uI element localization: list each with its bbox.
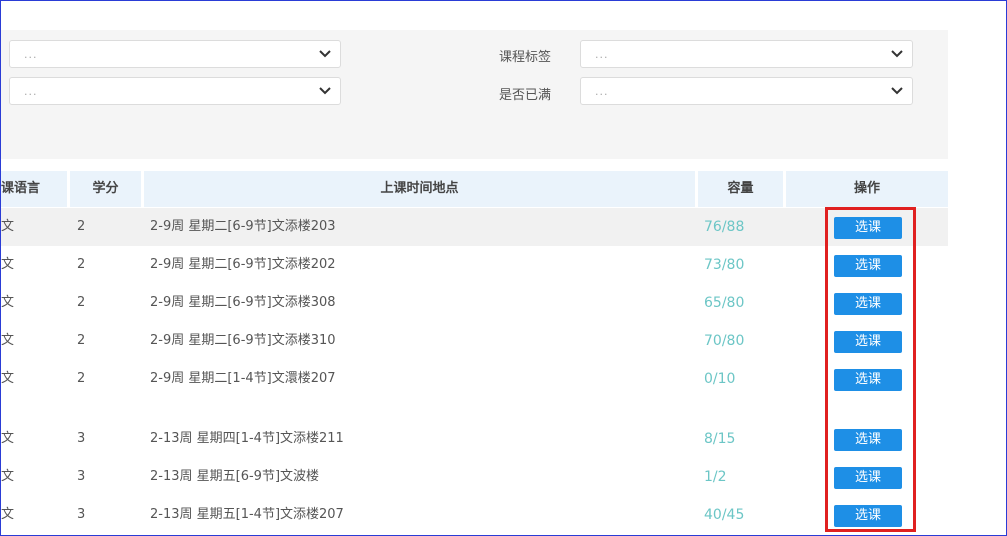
cell-time-location: 2-13周 星期五[1-4节]文添楼207 — [150, 507, 344, 522]
table-row: 文 3 2-13周 星期五[6-9节]文波楼 1/2 选课 — [1, 458, 948, 496]
cell-time-location: 2-9周 星期二[6-9节]文添楼203 — [150, 219, 336, 234]
table-row: 文 2 2-9周 星期二[6-9节]文添楼203 76/88 选课 — [1, 208, 948, 246]
select-course-button[interactable]: 选课 — [834, 429, 902, 451]
cell-time-location: 2-9周 星期二[6-9节]文添楼202 — [150, 257, 336, 272]
select-course-button[interactable]: 选课 — [834, 331, 902, 353]
chevron-down-icon — [891, 87, 903, 95]
course-tag-label: 课程标签 — [499, 50, 552, 65]
select-course-button[interactable]: 选课 — [834, 293, 902, 315]
header-time-location: 上课时间地点 — [144, 171, 695, 207]
filter-select-1[interactable]: ... — [9, 40, 341, 68]
chevron-down-icon — [891, 50, 903, 58]
chevron-down-icon — [319, 50, 331, 58]
cell-capacity: 8/15 — [704, 431, 736, 447]
table-row: 文 2 2-9周 星期二[6-9节]文添楼202 73/80 选课 — [1, 246, 948, 284]
course-tag-select[interactable]: ... — [580, 40, 913, 68]
cell-language: 文 — [1, 507, 15, 522]
table-row: 文 2 2-9周 星期二[6-9节]文添楼308 65/80 选课 — [1, 284, 948, 322]
header-action: 操作 — [786, 171, 948, 207]
cell-credits: 2 — [77, 219, 86, 234]
table-row: 文 2 2-9周 星期二[6-9节]文添楼310 70/80 选课 — [1, 322, 948, 360]
table-row: 文 3 2-13周 星期四[1-4节]文添楼211 8/15 选课 — [1, 420, 948, 458]
select-placeholder: ... — [595, 48, 609, 61]
cell-language: 文 — [1, 431, 15, 446]
cell-language: 文 — [1, 469, 15, 484]
header-language: 课语言 — [1, 171, 67, 207]
select-placeholder: ... — [24, 85, 38, 98]
select-placeholder: ... — [595, 85, 609, 98]
cell-language: 文 — [1, 295, 15, 310]
cell-time-location: 2-13周 星期五[6-9节]文波楼 — [150, 469, 320, 484]
select-placeholder: ... — [24, 48, 38, 61]
select-course-button[interactable]: 选课 — [834, 505, 902, 527]
select-course-button[interactable]: 选课 — [834, 467, 902, 489]
table-row: 文 2 2-9周 星期二[1-4节]文澴楼207 0/10 选课 — [1, 360, 948, 398]
filter-panel: ... ... 课程标签 是否已满 ... ... — [1, 30, 948, 159]
header-credits: 学分 — [70, 171, 141, 207]
cell-capacity: 0/10 — [704, 371, 736, 387]
cell-time-location: 2-9周 星期二[6-9节]文添楼308 — [150, 295, 336, 310]
cell-time-location: 2-13周 星期四[1-4节]文添楼211 — [150, 431, 344, 446]
cell-credits: 3 — [77, 507, 86, 522]
cell-language: 文 — [1, 333, 15, 348]
page-frame: ... ... 课程标签 是否已满 ... ... 课语言 学分 上课时间地点 … — [0, 0, 1007, 536]
header-capacity: 容量 — [698, 171, 783, 207]
cell-language: 文 — [1, 371, 15, 386]
cell-credits: 3 — [77, 469, 86, 484]
cell-capacity: 1/2 — [704, 469, 727, 485]
cell-language: 文 — [1, 219, 15, 234]
cell-time-location: 2-9周 星期二[6-9节]文添楼310 — [150, 333, 336, 348]
cell-time-location: 2-9周 星期二[1-4节]文澴楼207 — [150, 371, 336, 386]
cell-credits: 3 — [77, 431, 86, 446]
chevron-down-icon — [319, 87, 331, 95]
cell-capacity: 76/88 — [704, 219, 745, 235]
cell-credits: 2 — [77, 333, 86, 348]
select-course-button[interactable]: 选课 — [834, 255, 902, 277]
cell-language: 文 — [1, 257, 15, 272]
cell-capacity: 73/80 — [704, 257, 745, 273]
is-full-label: 是否已满 — [499, 88, 552, 103]
cell-capacity: 40/45 — [704, 507, 745, 523]
select-course-button[interactable]: 选课 — [834, 369, 902, 391]
table-row: 文 3 2-13周 星期五[1-4节]文添楼207 40/45 选课 — [1, 496, 948, 534]
select-course-button[interactable]: 选课 — [834, 217, 902, 239]
is-full-select[interactable]: ... — [580, 77, 913, 105]
cell-capacity: 65/80 — [704, 295, 745, 311]
filter-select-2[interactable]: ... — [9, 77, 341, 105]
cell-credits: 2 — [77, 257, 86, 272]
cell-credits: 2 — [77, 371, 86, 386]
table-header: 课语言 学分 上课时间地点 容量 操作 — [1, 171, 948, 207]
cell-capacity: 70/80 — [704, 333, 745, 349]
cell-credits: 2 — [77, 295, 86, 310]
